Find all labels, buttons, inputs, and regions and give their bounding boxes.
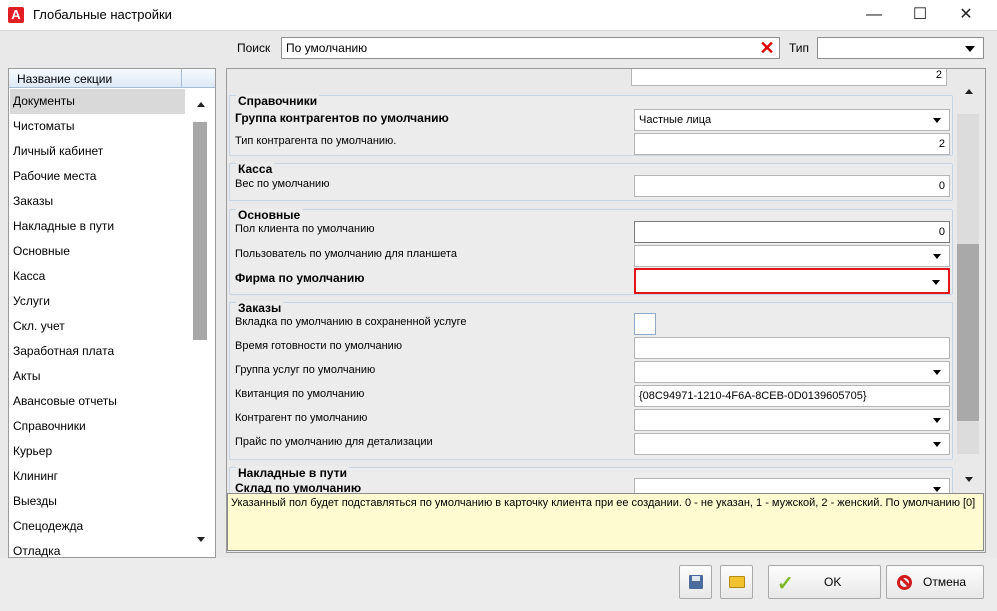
save-icon <box>689 575 703 589</box>
group-osnovnye: Основные Пол клиента по умолчанию 0 Поль… <box>229 208 953 295</box>
field-label: Время готовности по умолчанию <box>235 340 403 352</box>
column-separator <box>181 69 182 88</box>
field-label: Группа услуг по умолчанию <box>235 364 376 376</box>
dropdown-value: Частные лица <box>639 114 712 126</box>
group-zakazy: Заказы Вкладка по умолчанию в сохраненно… <box>229 301 953 460</box>
chevron-down-icon <box>933 370 941 375</box>
gender-field[interactable]: 0 <box>634 221 950 243</box>
default-tab-checkbox[interactable] <box>634 313 656 335</box>
group-title: Заказы <box>236 301 284 315</box>
folder-icon <box>729 576 745 588</box>
chevron-down-icon <box>933 418 941 423</box>
minimize-button[interactable]: — <box>851 0 897 30</box>
chevron-down-icon <box>933 487 941 492</box>
group-title: Справочники <box>236 94 320 108</box>
scrollbar-thumb[interactable] <box>193 122 207 340</box>
description-box: Указанный пол будет подставляться по умо… <box>227 493 984 551</box>
section-item[interactable]: Клининг <box>10 464 185 489</box>
field-label: Квитанция по умолчанию <box>235 388 365 400</box>
section-item[interactable]: Скл. учет <box>10 314 185 339</box>
contractor-dropdown[interactable] <box>634 409 950 431</box>
maximize-button[interactable]: ☐ <box>897 0 943 30</box>
section-list: Название секции Документы Чистоматы Личный… <box>8 68 216 558</box>
title-bar: A Глобальные настройки — ☐ ✕ <box>0 0 997 30</box>
scroll-down-icon[interactable] <box>197 537 205 542</box>
field-label: Пользователь по умолчанию для планшета <box>235 248 457 260</box>
group-title: Касса <box>236 162 275 176</box>
ok-button[interactable]: ✓ OK <box>768 565 881 599</box>
chevron-down-icon <box>965 46 975 52</box>
field-label: Группа контрагентов по умолчанию <box>235 111 449 125</box>
section-item[interactable]: Документы <box>10 89 185 114</box>
scrollbar-thumb[interactable] <box>957 244 979 421</box>
cancel-icon <box>897 575 912 590</box>
settings-panel: 2 Справочники Группа контрагентов по умо… <box>226 68 986 553</box>
partial-field[interactable]: 2 <box>631 69 947 86</box>
section-item[interactable]: Авансовые отчеты <box>10 389 185 414</box>
group-kassa: Касса Вес по умолчанию 0 <box>229 162 953 201</box>
group-title: Накладные в пути <box>236 466 349 480</box>
section-item[interactable]: Спецодежда <box>10 514 185 539</box>
section-item[interactable]: Основные <box>10 239 185 264</box>
close-button[interactable]: ✕ <box>943 0 989 30</box>
group-title: Основные <box>236 208 303 222</box>
section-list-scrollbar[interactable] <box>187 88 215 557</box>
field-label: Прайс по умолчанию для детализации <box>235 436 433 448</box>
chevron-down-icon <box>933 442 941 447</box>
section-item[interactable]: Заказы <box>10 189 185 214</box>
ready-time-field[interactable] <box>634 337 950 359</box>
section-item[interactable]: Накладные в пути <box>10 214 185 239</box>
field-label: Контрагент по умолчанию <box>235 412 368 424</box>
chevron-down-icon <box>933 118 941 123</box>
section-item[interactable]: Рабочие места <box>10 164 185 189</box>
pricelist-dropdown[interactable] <box>634 433 950 455</box>
scroll-up-icon[interactable] <box>197 102 205 107</box>
checkmark-icon: ✓ <box>777 573 794 595</box>
section-item[interactable]: Заработная плата <box>10 339 185 364</box>
chevron-down-icon <box>933 254 941 259</box>
section-item[interactable]: Личный кабинет <box>10 139 185 164</box>
section-item[interactable]: Касса <box>10 264 185 289</box>
clear-search-icon[interactable]: ✕ <box>757 38 777 58</box>
section-item[interactable]: Услуги <box>10 289 185 314</box>
section-item[interactable]: Акты <box>10 364 185 389</box>
section-item[interactable]: Выезды <box>10 489 185 514</box>
chevron-down-icon <box>932 280 940 285</box>
field-label: Тип контрагента по умолчанию. <box>235 135 397 147</box>
tablet-user-dropdown[interactable] <box>634 245 950 267</box>
section-item[interactable]: Отладка <box>10 539 185 557</box>
scroll-up-icon[interactable] <box>965 89 973 94</box>
group-spravochniki: Справочники Группа контрагентов по умолч… <box>229 94 953 156</box>
service-group-dropdown[interactable] <box>634 361 950 383</box>
window-title: Глобальные настройки <box>33 7 172 22</box>
cancel-label: Отмена <box>923 575 967 589</box>
receipt-field[interactable]: {08C94971-1210-4F6A-8CEB-0D0139605705} <box>634 385 950 407</box>
firm-dropdown[interactable] <box>634 268 950 294</box>
section-column-title: Название секции <box>17 72 113 86</box>
open-folder-button[interactable] <box>720 565 753 599</box>
section-item[interactable]: Курьер <box>10 439 185 464</box>
scroll-down-icon[interactable] <box>965 477 973 482</box>
type-label: Тип <box>789 41 810 55</box>
field-label: Вес по умолчанию <box>235 178 330 190</box>
contractor-group-dropdown[interactable]: Частные лица <box>634 109 950 131</box>
section-item[interactable]: Справочники <box>10 414 185 439</box>
app-logo-icon: A <box>8 7 24 23</box>
ok-label: OK <box>824 575 842 589</box>
section-item[interactable]: Чистоматы <box>10 114 185 139</box>
field-label: Пол клиента по умолчанию <box>235 223 375 235</box>
cancel-button[interactable]: Отмена <box>886 565 984 599</box>
settings-scrollbar[interactable] <box>955 69 985 494</box>
section-list-header: Название секции <box>9 69 215 88</box>
search-label: Поиск <box>237 41 271 55</box>
type-dropdown[interactable] <box>817 37 984 59</box>
weight-field[interactable]: 0 <box>634 175 950 197</box>
save-button[interactable] <box>679 565 712 599</box>
search-input[interactable]: По умолчанию <box>281 37 780 59</box>
contractor-type-field[interactable]: 2 <box>634 133 950 155</box>
field-label: Фирма по умолчанию <box>235 271 365 285</box>
field-label: Вкладка по умолчанию в сохраненной услуг… <box>235 316 467 328</box>
